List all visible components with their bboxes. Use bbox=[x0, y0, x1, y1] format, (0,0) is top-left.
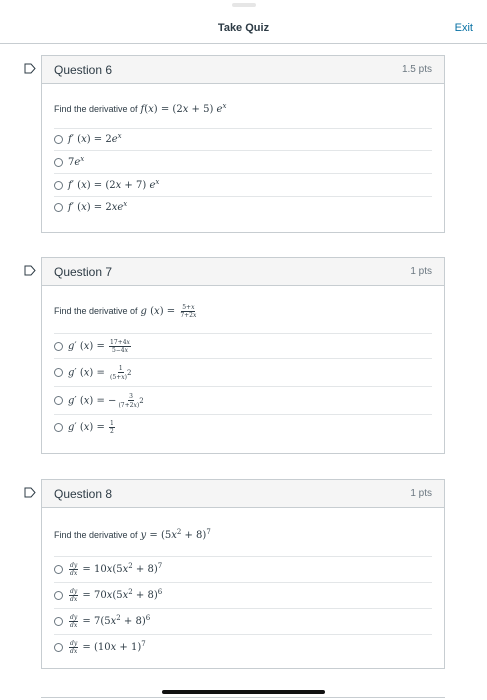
question-header: Question 7 1 pts bbox=[42, 258, 444, 286]
flag-question-icon[interactable] bbox=[24, 265, 36, 276]
question-prompt: Find the derivative of y = (5x2 + 8)7 bbox=[54, 524, 432, 546]
question-header: Question 8 1 pts bbox=[42, 480, 444, 508]
prompt-text: Find the derivative of bbox=[54, 306, 138, 316]
answer-option[interactable]: dy dx = 10x(5x2 + 8)7 bbox=[54, 556, 432, 582]
answer-label: g′ (x) = 12 bbox=[68, 420, 115, 435]
answer-option[interactable]: dy dx = (10x + 1)7 bbox=[54, 634, 432, 660]
question-title: Question 8 bbox=[54, 487, 113, 501]
answer-option[interactable]: g′ (x) = 17+4x 5−4x bbox=[54, 333, 432, 358]
radio-button[interactable] bbox=[54, 565, 63, 574]
radio-button[interactable] bbox=[54, 157, 63, 167]
answer-option[interactable]: f′ (x) = (2x + 7) ex bbox=[54, 173, 432, 196]
flag-question-icon[interactable] bbox=[24, 63, 36, 74]
answer-list: dy dx = 10x(5x2 + 8)7 dy dx = 70x(5x2 + 8)… bbox=[54, 556, 432, 660]
answer-label: f′ (x) = (2x + 7) ex bbox=[68, 177, 160, 191]
question-card: Question 7 1 pts Find the derivative of … bbox=[41, 257, 445, 454]
question-title: Question 6 bbox=[54, 63, 113, 77]
question-points: 1 pts bbox=[410, 266, 432, 277]
answer-label: 7ex bbox=[68, 154, 85, 168]
question-title: Question 7 bbox=[54, 265, 113, 279]
answer-option[interactable]: f′ (x) = 2ex bbox=[54, 128, 432, 150]
radio-button[interactable] bbox=[54, 203, 63, 212]
answer-option[interactable]: g′ (x) = −3 (7+2x)2 bbox=[54, 386, 432, 414]
next-question-edge bbox=[41, 697, 445, 698]
question-card: Question 8 1 pts Find the derivative of … bbox=[41, 479, 445, 669]
answer-label: dy dx = 7(5x2 + 8)6 bbox=[69, 614, 151, 629]
prompt-expression: g (x) = 5+x 7+2x bbox=[140, 303, 197, 319]
answer-label: dy dx = 10x(5x2 + 8)7 bbox=[69, 562, 163, 577]
exit-link[interactable]: Exit bbox=[455, 22, 473, 34]
answer-list: g′ (x) = 17+4x 5−4x g′ (x) = 1 (5+x)2 g′ (… bbox=[54, 333, 432, 440]
status-notch bbox=[232, 3, 256, 7]
radio-button[interactable] bbox=[54, 368, 63, 377]
question-prompt: Find the derivative of g (x) = 5+x 7+2x bbox=[54, 300, 432, 322]
answer-label: dy dx = 70x(5x2 + 8)6 bbox=[69, 588, 163, 603]
answer-option[interactable]: g′ (x) = 12 bbox=[54, 414, 432, 440]
radio-button[interactable] bbox=[54, 423, 63, 432]
prompt-expression: y = (5x2 + 8)7 bbox=[140, 527, 211, 541]
top-bar: Take Quiz Exit bbox=[0, 0, 487, 44]
prompt-expression: f(x) = (2x + 5) ex bbox=[140, 101, 227, 115]
radio-button[interactable] bbox=[54, 180, 63, 190]
question-points: 1.5 pts bbox=[401, 64, 432, 75]
question-points: 1 pts bbox=[410, 488, 432, 499]
answer-label: f′ (x) = 2xex bbox=[68, 200, 128, 214]
page-title: Take Quiz bbox=[217, 22, 270, 34]
answer-option[interactable]: dy dx = 70x(5x2 + 8)6 bbox=[54, 582, 432, 608]
question-prompt: Find the derivative of f(x) = (2x + 5) e… bbox=[54, 98, 432, 120]
radio-button[interactable] bbox=[54, 591, 63, 600]
radio-button[interactable] bbox=[54, 135, 63, 144]
question-header: Question 6 1.5 pts bbox=[42, 56, 444, 84]
answer-list: f′ (x) = 2ex 7ex f′ (x) = (2x + 7) ex f′… bbox=[54, 128, 432, 218]
answer-option[interactable]: 7ex bbox=[54, 150, 432, 173]
answer-label: g′ (x) = 17+4x 5−4x bbox=[68, 338, 131, 354]
prompt-text: Find the derivative of bbox=[54, 530, 138, 540]
radio-button[interactable] bbox=[54, 643, 63, 652]
radio-button[interactable] bbox=[54, 341, 63, 351]
answer-option[interactable]: g′ (x) = 1 (5+x)2 bbox=[54, 358, 432, 386]
prompt-text: Find the derivative of bbox=[54, 104, 138, 114]
flag-question-icon[interactable] bbox=[24, 487, 36, 498]
answer-label: f′ (x) = 2ex bbox=[68, 132, 122, 146]
radio-button[interactable] bbox=[54, 617, 63, 626]
answer-label: g′ (x) = −3 (7+2x)2 bbox=[68, 392, 144, 409]
home-indicator[interactable] bbox=[162, 690, 325, 694]
radio-button[interactable] bbox=[54, 396, 63, 405]
answer-label: g′ (x) = 1 (5+x)2 bbox=[68, 364, 132, 381]
answer-option[interactable]: dy dx = 7(5x2 + 8)6 bbox=[54, 608, 432, 634]
question-card: Question 6 1.5 pts Find the derivative o… bbox=[41, 55, 445, 233]
answer-label: dy dx = (10x + 1)7 bbox=[69, 640, 146, 655]
answer-option[interactable]: f′ (x) = 2xex bbox=[54, 196, 432, 218]
